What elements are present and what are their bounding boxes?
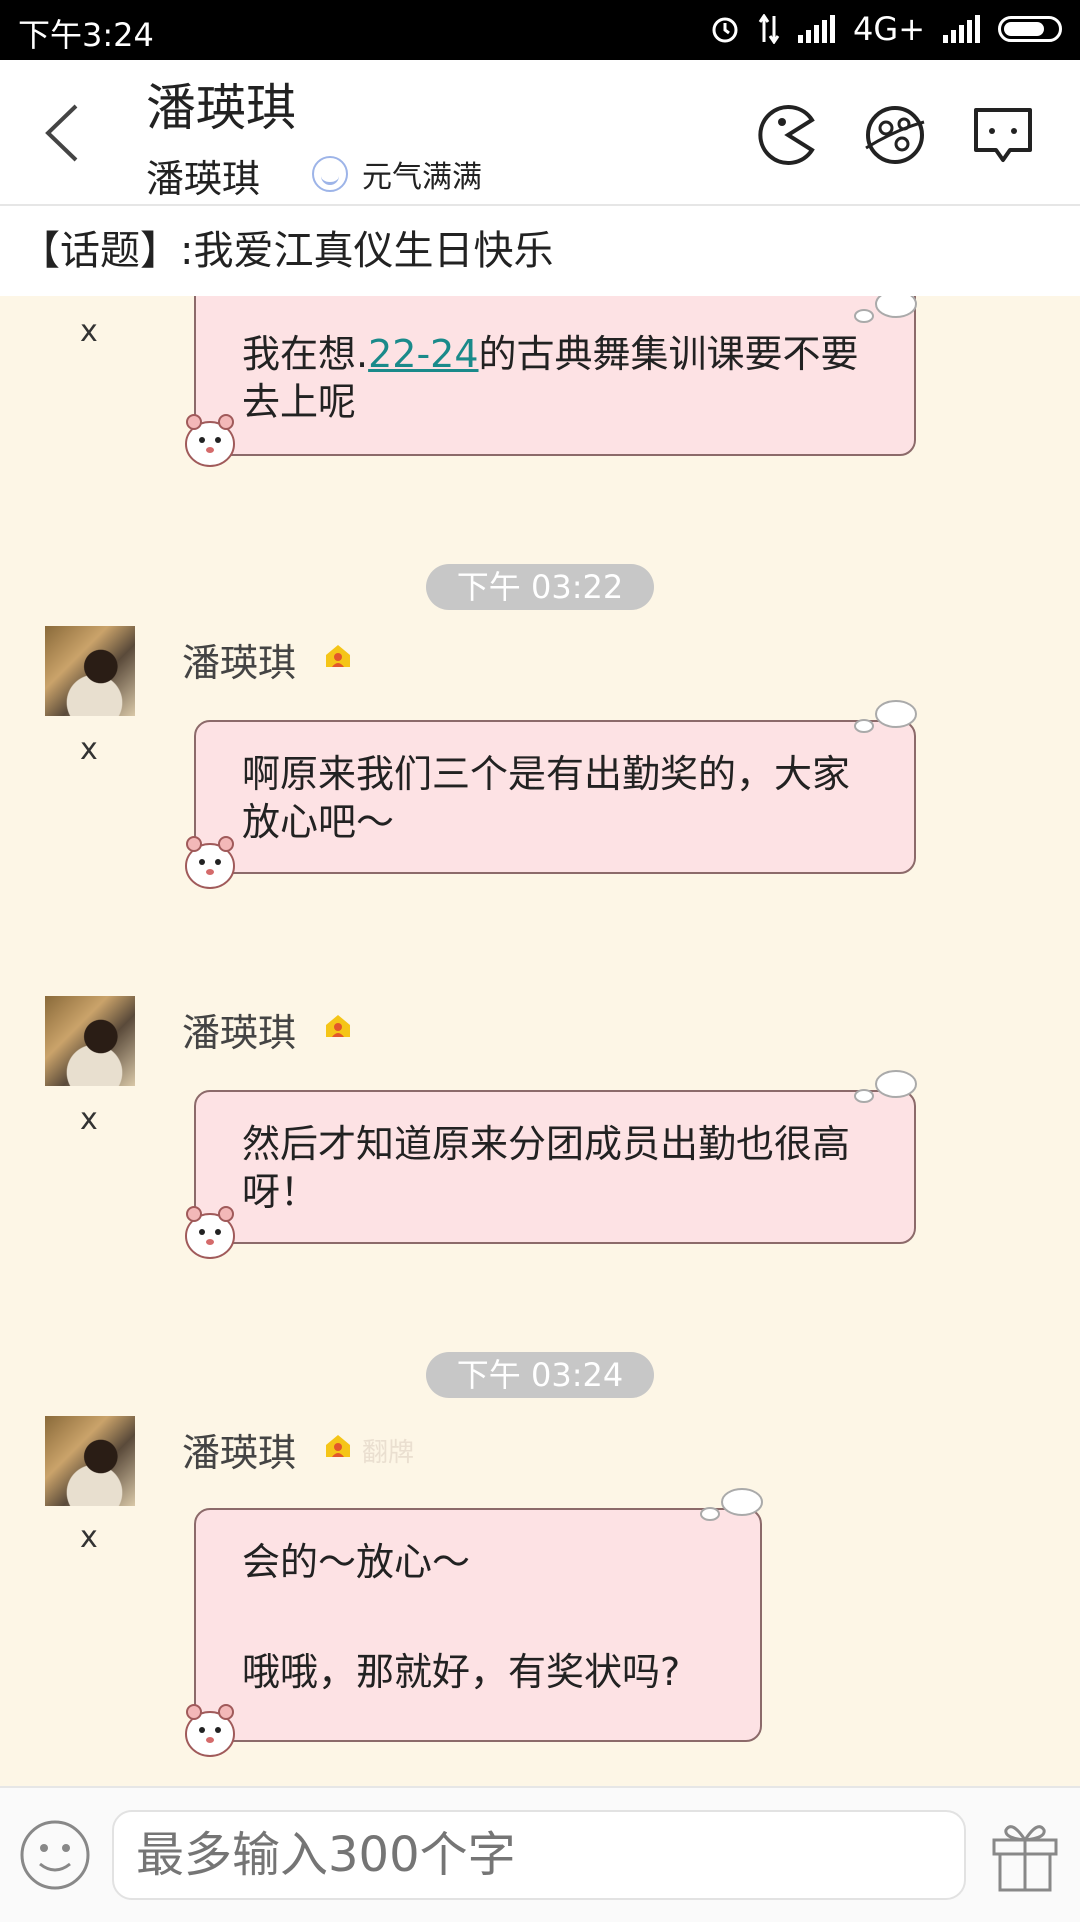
hamster-icon bbox=[185, 414, 235, 467]
data-transfer-icon bbox=[758, 14, 780, 44]
message-text: 然后才知道原来分团成员出勤也很高呀！ bbox=[242, 1122, 851, 1214]
planet-icon[interactable] bbox=[860, 100, 930, 170]
message-text-line2: 哦哦，那就好，有奖状吗? bbox=[242, 1650, 681, 1694]
message-bubble[interactable]: 会的～放心～ 哦哦，那就好，有奖状吗? bbox=[194, 1508, 762, 1742]
house-badge-icon bbox=[326, 645, 350, 667]
message-bubble[interactable]: 啊原来我们三个是有出勤奖的，大家放心吧～ bbox=[194, 720, 916, 874]
house-badge-icon bbox=[326, 1015, 350, 1037]
gift-icon[interactable] bbox=[988, 1814, 1062, 1894]
back-arrow-icon[interactable] bbox=[36, 98, 96, 168]
battery-icon bbox=[998, 16, 1062, 42]
page-title: 潘瑛琪 bbox=[146, 79, 296, 137]
timestamp: 下午 03:22 bbox=[426, 564, 654, 610]
pacman-icon[interactable] bbox=[752, 100, 822, 170]
input-bar bbox=[0, 1786, 1080, 1922]
house-badge-icon bbox=[326, 1435, 350, 1457]
topic-banner[interactable]: 【话题】:我爱江真仪生日快乐 bbox=[0, 206, 1080, 296]
mood-text: 元气满满 bbox=[362, 160, 482, 195]
cloud-icon bbox=[854, 1070, 917, 1103]
sender-name[interactable]: 潘瑛琪 bbox=[182, 632, 296, 687]
message-icon[interactable] bbox=[968, 100, 1038, 170]
chat-header: 潘瑛琪 潘瑛琪 元气满满 bbox=[0, 60, 1080, 206]
alarm-icon bbox=[712, 17, 738, 43]
message-bubble[interactable]: 我在想.22-24的古典舞集训课要不要去上呢 bbox=[194, 296, 916, 456]
hamster-icon bbox=[185, 1206, 235, 1259]
avatar[interactable] bbox=[45, 626, 135, 716]
x-label: x bbox=[80, 1102, 98, 1137]
mood-status: 元气满满 bbox=[312, 152, 482, 196]
cloud-icon bbox=[854, 700, 917, 733]
message-text: 我在想. bbox=[242, 332, 369, 376]
message-input[interactable] bbox=[112, 1810, 966, 1900]
message-text-line1: 会的～放心～ bbox=[242, 1540, 471, 1584]
message-text: 啊原来我们三个是有出勤奖的，大家放心吧～ bbox=[242, 752, 851, 844]
cloud-icon bbox=[700, 1488, 763, 1521]
avatar[interactable] bbox=[45, 1416, 135, 1506]
x-label: x bbox=[80, 314, 98, 349]
x-label: x bbox=[80, 1520, 98, 1555]
signal-icon-2 bbox=[943, 15, 980, 43]
x-label: x bbox=[80, 732, 98, 767]
avatar[interactable] bbox=[45, 996, 135, 1086]
status-time: 下午3:24 bbox=[18, 16, 154, 54]
hamster-icon bbox=[185, 836, 235, 889]
flip-card-link[interactable]: 翻牌 bbox=[362, 1432, 414, 1469]
chat-messages[interactable]: x 我在想.22-24的古典舞集训课要不要去上呢 下午 03:22 x 潘瑛琪 … bbox=[0, 296, 1080, 1786]
signal-icon bbox=[798, 15, 836, 43]
cloud-icon bbox=[854, 296, 917, 323]
message-link[interactable]: 22-24 bbox=[368, 332, 478, 376]
status-bar: 下午3:24 4G+ bbox=[0, 0, 1080, 60]
smile-face-icon bbox=[312, 156, 348, 192]
message-bubble[interactable]: 然后才知道原来分团成员出勤也很高呀！ bbox=[194, 1090, 916, 1244]
timestamp: 下午 03:24 bbox=[426, 1352, 654, 1398]
hamster-icon bbox=[185, 1704, 235, 1757]
sender-name[interactable]: 潘瑛琪 bbox=[182, 1422, 296, 1477]
sender-name[interactable]: 潘瑛琪 bbox=[182, 1002, 296, 1057]
status-icons: 4G+ bbox=[710, 10, 1062, 48]
emoji-icon[interactable] bbox=[18, 1818, 92, 1892]
page-subtitle: 潘瑛琪 bbox=[146, 157, 261, 201]
network-type: 4G+ bbox=[853, 10, 925, 48]
